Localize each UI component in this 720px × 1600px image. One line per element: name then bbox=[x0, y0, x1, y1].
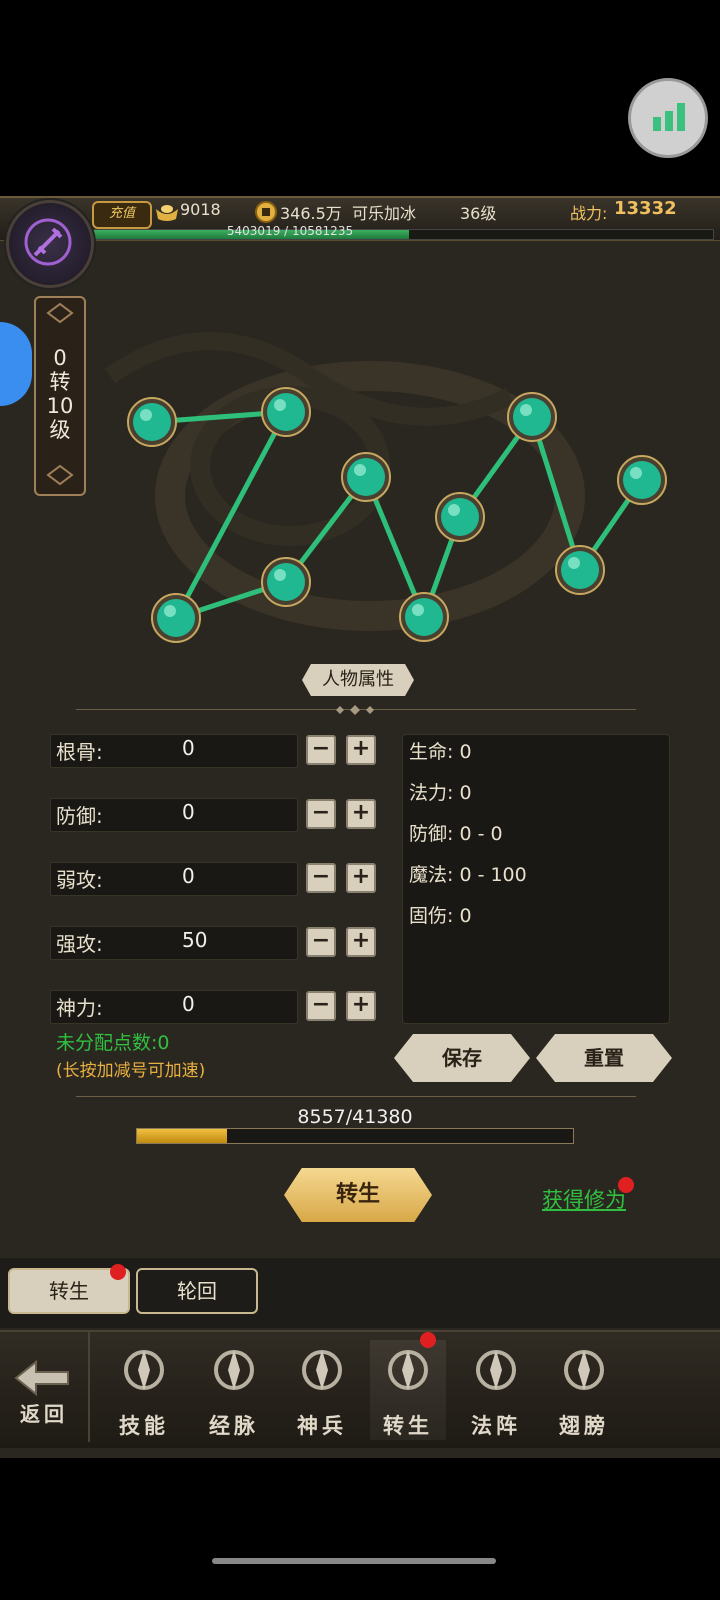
decrease-button[interactable]: − bbox=[306, 863, 336, 893]
rank-line-3: 10 bbox=[46, 394, 74, 418]
ornament-icon bbox=[46, 464, 74, 486]
ingot-count: 9018 bbox=[180, 200, 221, 219]
increase-button[interactable]: + bbox=[346, 735, 376, 765]
stat-label: 根骨: bbox=[56, 740, 103, 764]
nav-divider bbox=[88, 1330, 90, 1442]
nav-wings[interactable]: 翅膀 bbox=[546, 1340, 622, 1440]
player-name: 可乐加冰 bbox=[352, 204, 417, 223]
nav-weapon[interactable]: 神兵 bbox=[284, 1340, 360, 1440]
attr-defense: 防御: 0 - 0 bbox=[409, 823, 503, 845]
nav-label: 技能 bbox=[119, 1414, 169, 1438]
ingot-icon bbox=[156, 205, 178, 221]
rebirth-node[interactable] bbox=[261, 557, 311, 607]
rebirth-node[interactable] bbox=[399, 592, 449, 642]
attr-fixed-damage: 固伤: 0 bbox=[409, 905, 472, 927]
coin-count: 346.5万 bbox=[280, 204, 342, 223]
rebirth-node[interactable] bbox=[261, 387, 311, 437]
rebirth-node[interactable] bbox=[435, 492, 485, 542]
rank-line-4: 级 bbox=[49, 418, 71, 442]
nav-skill[interactable]: 技能 bbox=[106, 1340, 182, 1440]
cultivation-progress-text: 8557/41380 bbox=[297, 1106, 413, 1128]
rebirth-rank-plaque: 0 转 10 级 bbox=[34, 296, 86, 496]
nav-rebirth[interactable]: 转生 bbox=[370, 1340, 446, 1440]
decrease-button[interactable]: − bbox=[306, 927, 336, 957]
stat-label: 强攻: bbox=[56, 932, 103, 956]
stat-label: 神力: bbox=[56, 996, 103, 1020]
stat-value: 0 bbox=[182, 736, 195, 760]
attribute-panel: 生命: 0 法力: 0 防御: 0 - 0 魔法: 0 - 100 固伤: 0 bbox=[402, 734, 670, 1024]
section-title: 人物属性 bbox=[302, 664, 414, 696]
save-button[interactable]: 保存 bbox=[394, 1034, 530, 1082]
get-cultivation-link[interactable]: 获得修为 bbox=[542, 1184, 626, 1214]
power-label: 战力: bbox=[570, 204, 608, 223]
stat-value: 50 bbox=[182, 928, 208, 952]
player-level: 36级 bbox=[460, 204, 497, 223]
back-arrow-icon bbox=[14, 1359, 69, 1397]
nav-label: 法阵 bbox=[471, 1414, 521, 1438]
stat-value: 0 bbox=[182, 992, 195, 1016]
rebirth-node[interactable] bbox=[151, 593, 201, 643]
nav-label: 翅膀 bbox=[559, 1414, 609, 1438]
sword-emblem-icon bbox=[24, 218, 72, 266]
meridian-icon bbox=[214, 1350, 254, 1390]
rank-line-1: 0 bbox=[53, 346, 67, 370]
notification-dot bbox=[110, 1264, 126, 1280]
nav-label: 转生 bbox=[383, 1414, 433, 1438]
cultivation-progress-bar bbox=[136, 1128, 574, 1144]
rebirth-node-map bbox=[127, 387, 667, 643]
decrease-button[interactable]: − bbox=[306, 991, 336, 1021]
bar-chart-icon bbox=[653, 103, 685, 131]
decrease-button[interactable]: − bbox=[306, 799, 336, 829]
back-button[interactable]: 返回 bbox=[4, 1340, 84, 1440]
rebirth-node[interactable] bbox=[127, 397, 177, 447]
rebirth-button[interactable]: 转生 bbox=[284, 1168, 432, 1222]
increase-button[interactable]: + bbox=[346, 991, 376, 1021]
nav-meridian[interactable]: 经脉 bbox=[196, 1340, 272, 1440]
divider bbox=[76, 1096, 636, 1097]
increase-button[interactable]: + bbox=[346, 863, 376, 893]
rebirth-node[interactable] bbox=[507, 392, 557, 442]
stat-value: 0 bbox=[182, 800, 195, 824]
power-value: 13332 bbox=[614, 198, 677, 219]
coin-icon bbox=[255, 201, 277, 223]
increase-button[interactable]: + bbox=[346, 927, 376, 957]
decrease-button[interactable]: − bbox=[306, 735, 336, 765]
hold-hint: (长按加减号可加速) bbox=[56, 1061, 206, 1081]
back-label: 返回 bbox=[20, 1402, 68, 1426]
nav-label: 神兵 bbox=[297, 1414, 347, 1438]
exp-text: 5403019 / 10581235 bbox=[226, 224, 354, 238]
rebirth-icon bbox=[388, 1350, 428, 1390]
attr-mp: 法力: 0 bbox=[409, 782, 472, 804]
nav-formation[interactable]: 法阵 bbox=[458, 1340, 534, 1440]
wings-icon bbox=[564, 1350, 604, 1390]
attr-magic: 魔法: 0 - 100 bbox=[409, 864, 527, 886]
notification-dot bbox=[420, 1332, 436, 1348]
rebirth-node[interactable] bbox=[617, 455, 667, 505]
stat-label: 防御: bbox=[56, 804, 103, 828]
notification-dot bbox=[618, 1177, 634, 1193]
reset-button[interactable]: 重置 bbox=[536, 1034, 672, 1082]
ornament-icon bbox=[46, 302, 74, 324]
divider-ornament-icon bbox=[336, 705, 374, 715]
attr-hp: 生命: 0 bbox=[409, 741, 472, 763]
weapon-icon bbox=[302, 1350, 342, 1390]
rebirth-node[interactable] bbox=[341, 452, 391, 502]
formation-icon bbox=[476, 1350, 516, 1390]
avatar[interactable] bbox=[6, 200, 94, 288]
home-indicator[interactable] bbox=[212, 1558, 496, 1564]
tab-reincarnation[interactable]: 轮回 bbox=[136, 1268, 258, 1314]
rebirth-node[interactable] bbox=[555, 545, 605, 595]
skill-icon bbox=[124, 1350, 164, 1390]
nav-label: 经脉 bbox=[209, 1414, 259, 1438]
unassigned-points: 未分配点数:0 bbox=[56, 1032, 170, 1054]
stat-label: 弱攻: bbox=[56, 868, 103, 892]
floating-stats-button[interactable] bbox=[628, 78, 708, 158]
stat-value: 0 bbox=[182, 864, 195, 888]
rank-line-2: 转 bbox=[49, 370, 71, 394]
cultivation-progress-fill bbox=[137, 1129, 228, 1143]
increase-button[interactable]: + bbox=[346, 799, 376, 829]
